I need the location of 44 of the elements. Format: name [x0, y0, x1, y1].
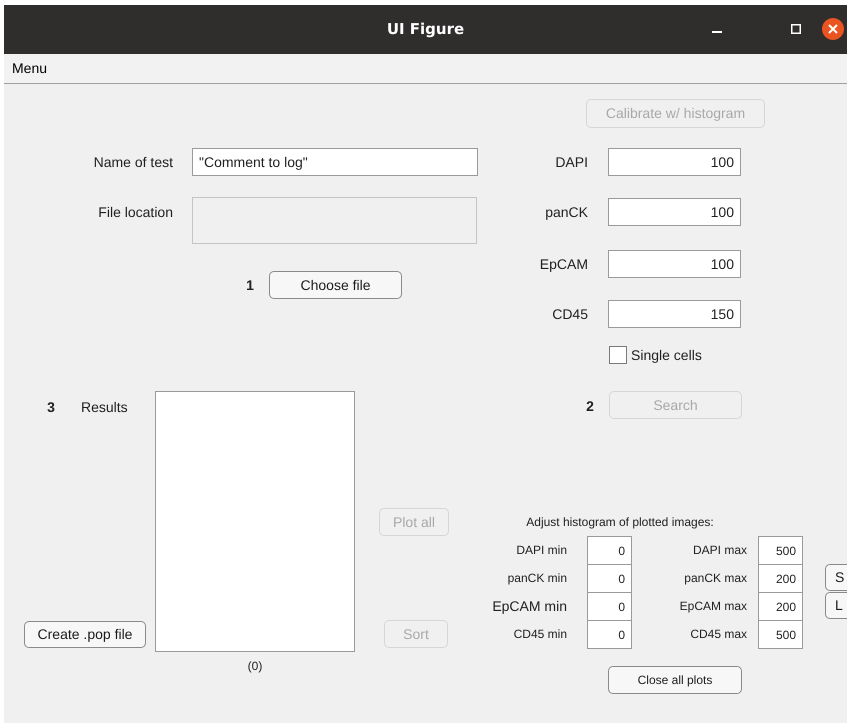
max-field[interactable]: 200: [758, 564, 803, 593]
field-label: DAPI max: [692, 542, 747, 559]
field-label: CD45: [551, 305, 588, 323]
min-field[interactable]: 0: [587, 620, 632, 649]
menu-item[interactable]: Menu: [4, 58, 56, 79]
field-label: panCK: [544, 203, 588, 221]
close-all-plots-button[interactable]: Close all plots: [608, 666, 742, 694]
field-label: File location: [97, 203, 173, 221]
section-title: Adjust histogram of plotted images:: [525, 514, 715, 531]
field-label: panCK max: [683, 570, 747, 587]
field-label: EpCAM: [538, 255, 588, 273]
results-label: Results: [81, 398, 129, 416]
threshold-field[interactable]: 100: [608, 250, 741, 278]
checkbox-label: Single cells: [631, 346, 703, 364]
side-button[interactable]: L: [825, 592, 847, 619]
max-field[interactable]: 500: [758, 536, 803, 565]
field-label: EpCAM min: [491, 597, 567, 615]
threshold-field[interactable]: 100: [608, 148, 741, 176]
field-label: Name of test: [92, 153, 173, 171]
step-number: 2: [585, 397, 595, 415]
threshold-field[interactable]: 100: [608, 198, 741, 226]
max-field[interactable]: 500: [758, 620, 803, 649]
create-pop-file-button[interactable]: Create .pop file: [24, 621, 146, 648]
side-button[interactable]: S: [825, 564, 847, 591]
min-field[interactable]: 0: [587, 592, 632, 621]
threshold-field[interactable]: 150: [608, 300, 741, 328]
maximize-icon[interactable]: [791, 24, 801, 34]
min-field[interactable]: 0: [587, 536, 632, 565]
min-field[interactable]: 0: [587, 564, 632, 593]
field-label: CD45 min: [512, 626, 567, 643]
max-field[interactable]: 200: [758, 592, 803, 621]
choose-file-button[interactable]: Choose file: [269, 271, 402, 299]
field-label: DAPI: [554, 153, 588, 171]
result-count: (0): [246, 658, 264, 675]
field-label: EpCAM max: [678, 598, 747, 615]
name-field[interactable]: "Comment to log": [192, 148, 478, 176]
close-icon[interactable]: [822, 18, 844, 40]
step-number: 3: [46, 398, 56, 416]
window-title: UI Figure: [386, 19, 464, 40]
field-label: panCK min: [506, 570, 567, 587]
field-label: DAPI min: [515, 542, 567, 559]
step-number: 1: [245, 276, 255, 294]
checkbox[interactable]: [609, 346, 627, 364]
field-label: CD45 max: [689, 626, 747, 643]
